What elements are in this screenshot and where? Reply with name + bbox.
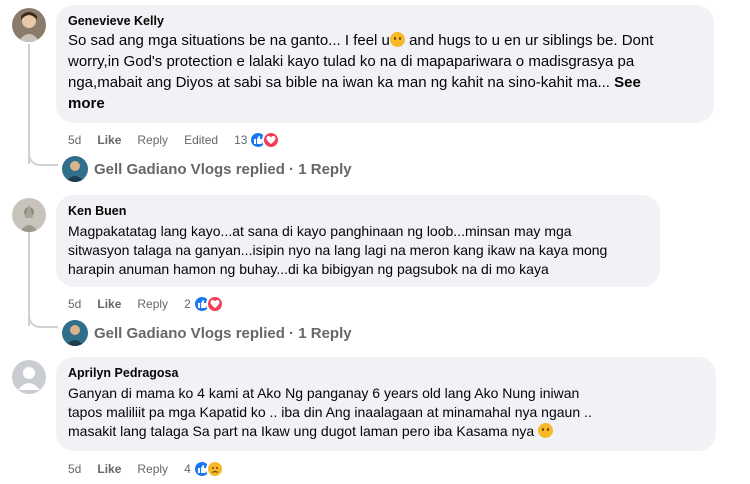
comment-author[interactable]: Aprilyn Pedragosa <box>68 365 704 382</box>
comment-text: Ganyan di mama ko 4 kami at Ako Ng panga… <box>68 384 704 441</box>
reaction-summary[interactable]: 13 <box>234 131 281 149</box>
love-icon <box>205 295 224 313</box>
profile-photo <box>12 8 46 42</box>
comment-actions: 5d Like Reply 2 <box>68 295 224 313</box>
reaction-summary[interactable]: 4 <box>184 460 224 478</box>
reaction-count: 4 <box>184 462 191 476</box>
comment-line: nga,mabait ang Diyos at sabi sa bible na… <box>68 74 610 91</box>
replier-photo <box>62 320 88 346</box>
default-avatar-icon <box>12 360 46 394</box>
separator: · <box>284 324 299 342</box>
reaction-count: 2 <box>184 297 191 311</box>
crying-face-emoji-icon <box>538 423 554 438</box>
profile-photo <box>12 198 46 232</box>
comment-bubble: Ken Buen Magpakatatag lang kayo...at san… <box>56 195 660 287</box>
see-more-link[interactable]: See <box>614 74 641 91</box>
avatar[interactable] <box>12 8 46 42</box>
view-replies-link[interactable]: Gell Gadiano Vlogs replied · 1 Reply <box>62 156 352 182</box>
reply-button[interactable]: Reply <box>137 461 168 477</box>
reply-button[interactable]: Reply <box>137 132 168 148</box>
comment-text: So sad ang mga situations be na ganto...… <box>68 30 702 114</box>
comment-time[interactable]: 5d <box>68 132 81 148</box>
comment-line: tapos maliliit pa mga Kapatid ko .. iba … <box>68 404 592 420</box>
like-button[interactable]: Like <box>97 461 121 477</box>
sad-face-emoji-icon <box>389 32 405 47</box>
avatar[interactable] <box>12 198 46 232</box>
thread-curve <box>28 312 58 328</box>
replier-photo <box>62 156 88 182</box>
comment-line: worry,in God's protection e lalaki kayo … <box>68 53 635 70</box>
replier-name: Gell Gadiano Vlogs replied <box>94 160 285 178</box>
reply-count: 1 Reply <box>298 324 352 342</box>
comment-line: So sad ang mga situations be na ganto...… <box>68 32 390 49</box>
thread-line <box>28 44 30 164</box>
comment-line: Ganyan di mama ko 4 kami at Ako Ng panga… <box>68 385 580 401</box>
comment-line: Magpakatatag lang kayo...at sana di kayo… <box>68 223 572 239</box>
see-more-link[interactable]: more <box>68 93 702 114</box>
reply-button[interactable]: Reply <box>137 296 168 312</box>
love-icon <box>262 131 281 149</box>
avatar[interactable] <box>12 360 46 394</box>
like-button[interactable]: Like <box>97 132 121 148</box>
comment-line: and hugs to u en ur siblings be. Dont <box>409 32 654 49</box>
replier-avatar <box>62 320 88 346</box>
like-button[interactable]: Like <box>97 296 121 312</box>
reply-count: 1 Reply <box>298 160 352 178</box>
separator: · <box>284 160 299 178</box>
reaction-summary[interactable]: 2 <box>184 295 224 313</box>
comment-feed: Genevieve Kelly So sad ang mga situation… <box>0 0 750 484</box>
replier-name: Gell Gadiano Vlogs replied <box>94 324 285 342</box>
comment-actions: 5d Like Reply 4 <box>68 460 224 478</box>
comment-bubble: Aprilyn Pedragosa Ganyan di mama ko 4 ka… <box>56 357 716 451</box>
reaction-count: 13 <box>234 133 248 147</box>
thread-curve <box>28 150 58 166</box>
comment-bubble: Genevieve Kelly So sad ang mga situation… <box>56 5 714 123</box>
edited-label: Edited <box>184 133 219 147</box>
sad-icon <box>205 460 224 478</box>
comment-line: sitwasyon talaga na ganyan...isipin nyo … <box>68 242 608 258</box>
comment-time[interactable]: 5d <box>68 461 81 477</box>
comment-line: masakit lang talaga Sa part na Ikaw ung … <box>68 423 535 439</box>
comment-text: Magpakatatag lang kayo...at sana di kayo… <box>68 222 648 279</box>
comment-line: harapin anuman hamon ng buhay...di ka bi… <box>68 261 549 277</box>
replier-avatar <box>62 156 88 182</box>
comment-time[interactable]: 5d <box>68 296 81 312</box>
comment-actions: 5d Like Reply Edited 13 <box>68 131 281 149</box>
comment-author[interactable]: Genevieve Kelly <box>68 13 702 30</box>
view-replies-link[interactable]: Gell Gadiano Vlogs replied · 1 Reply <box>62 320 352 346</box>
comment-author[interactable]: Ken Buen <box>68 203 648 220</box>
